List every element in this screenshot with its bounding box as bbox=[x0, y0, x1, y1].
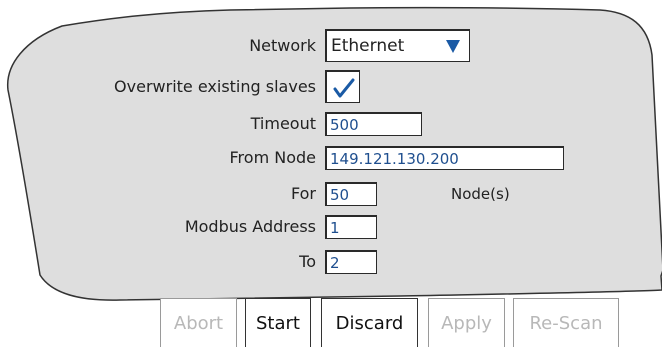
timeout-label: Timeout bbox=[250, 114, 316, 133]
network-label: Network bbox=[249, 36, 316, 55]
overwrite-existing-slaves-label: Overwrite existing slaves bbox=[114, 77, 316, 96]
for-field[interactable]: 50 bbox=[325, 182, 377, 206]
apply-button[interactable]: Apply bbox=[428, 298, 505, 347]
from-node-field[interactable]: 149.121.130.200 bbox=[325, 146, 564, 170]
modbus-address-field[interactable]: 1 bbox=[325, 215, 377, 239]
checkmark-icon bbox=[333, 78, 355, 98]
rescan-button[interactable]: Re-Scan bbox=[513, 298, 619, 347]
discard-button[interactable]: Discard bbox=[321, 298, 418, 347]
triangle-down-icon[interactable] bbox=[445, 39, 461, 54]
overwrite-existing-slaves-checkbox[interactable] bbox=[325, 70, 360, 103]
modbus-address-label: Modbus Address bbox=[184, 217, 316, 236]
to-field[interactable]: 2 bbox=[325, 250, 377, 274]
start-button[interactable]: Start bbox=[245, 298, 311, 347]
abort-button[interactable]: Abort bbox=[160, 298, 237, 347]
from-node-label: From Node bbox=[229, 148, 316, 167]
network-select-value: Ethernet bbox=[331, 36, 405, 56]
nodes-unit-label: Node(s) bbox=[451, 185, 510, 203]
for-label: For bbox=[291, 184, 316, 203]
timeout-field[interactable]: 500 bbox=[325, 112, 422, 136]
network-select[interactable]: Ethernet bbox=[325, 29, 470, 62]
to-label: To bbox=[299, 252, 316, 271]
